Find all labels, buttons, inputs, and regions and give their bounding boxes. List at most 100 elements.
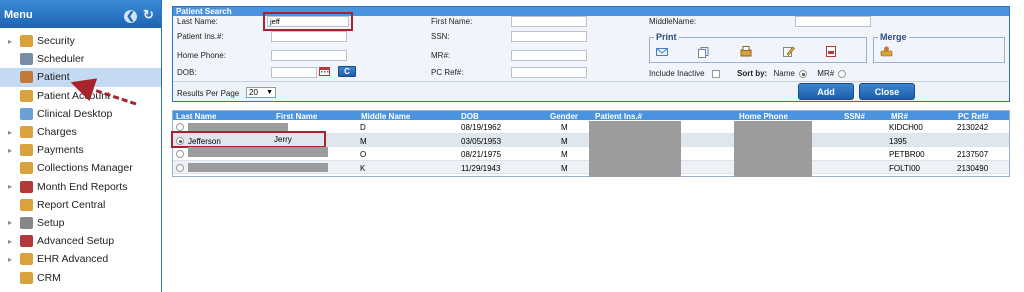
cell-mr: KIDCH00 (889, 123, 923, 132)
bar-chart-icon (20, 180, 33, 193)
cell-middle: D (360, 123, 366, 132)
menu-title: Menu (4, 9, 33, 21)
merge-group: Merge (873, 32, 1005, 63)
expand-caret-icon[interactable]: ▸ (8, 218, 20, 227)
sidebar-item-label: EHR Advanced (37, 253, 109, 266)
close-button[interactable]: Close (859, 83, 915, 100)
include-inactive-checkbox[interactable] (711, 69, 720, 78)
cell-dob: 03/05/1953 (461, 136, 502, 146)
cell-mr: 1395 (889, 136, 907, 146)
middle-name-label: MiddleName: (649, 17, 697, 26)
sidebar-item-label: Clinical Desktop (37, 107, 113, 120)
results-per-page-select[interactable]: 20 ▼ (246, 87, 276, 98)
merge-patients-icon[interactable] (880, 46, 893, 57)
sort-by-label: Sort by: (737, 69, 768, 78)
menu-header: Menu ❮ ↻ (0, 0, 161, 28)
results-header: Last Name First Name Middle Name DOB Gen… (173, 111, 1009, 121)
sidebar-item-charges[interactable]: ▸ Charges (0, 123, 161, 141)
last-name-highlight (263, 12, 353, 31)
add-button[interactable]: Add (798, 83, 854, 100)
expand-caret-icon[interactable]: ▸ (8, 128, 20, 137)
dob-c-button[interactable]: C (338, 66, 356, 77)
report-icon (20, 198, 33, 211)
sidebar-item-payments[interactable]: ▸ Payments (0, 141, 161, 159)
redacted-name (188, 162, 328, 172)
email-icon[interactable] (656, 47, 668, 57)
merge-title: Merge (878, 32, 909, 42)
mr-input[interactable] (511, 50, 587, 61)
crm-icon (20, 271, 33, 284)
expand-caret-icon[interactable]: ▸ (8, 146, 20, 155)
desktop-icon (20, 107, 33, 120)
mr-label: MR#: (431, 51, 451, 60)
sidebar-item-collections-manager[interactable]: ▸Collections Manager (0, 159, 161, 177)
refresh-icon[interactable]: ↻ (142, 8, 155, 21)
lock-icon (20, 35, 33, 48)
annotation-arrow-icon (70, 78, 137, 106)
redacted-name (188, 147, 328, 157)
pdf-icon[interactable] (826, 46, 836, 57)
ssn-input[interactable] (511, 31, 587, 42)
home-phone-label: Home Phone: (177, 51, 226, 60)
payments-icon (20, 144, 33, 157)
cell-pcref: 2130490 (957, 163, 989, 173)
results-per-page-value: 20 (249, 88, 258, 97)
clock-icon (20, 53, 33, 66)
expand-caret-icon[interactable]: ▸ (8, 237, 20, 246)
collapse-icon[interactable]: ❮ (123, 10, 137, 23)
dob-label: DOB: (177, 68, 197, 77)
include-inactive-row: Include Inactive (649, 69, 720, 78)
sidebar-item-month-end-reports[interactable]: ▸ Month End Reports (0, 178, 161, 196)
sort-mr-label: MR# (817, 69, 835, 78)
sidebar-item-label: Month End Reports (37, 180, 128, 193)
dob-input[interactable] (271, 67, 317, 78)
sidebar-item-label: CRM (37, 271, 61, 284)
cell-middle: O (360, 150, 367, 159)
collections-icon (20, 162, 33, 175)
first-name-input[interactable] (511, 16, 587, 27)
results-toolbar: Results Per Page 20 ▼ Add Close (173, 81, 1009, 101)
copy-icon[interactable] (698, 47, 709, 58)
cell-dob: 08/21/1975 (461, 150, 502, 159)
results-table: Last Name First Name Middle Name DOB Gen… (171, 110, 1010, 177)
sidebar-item-ehr-advanced[interactable]: ▸ EHR Advanced (0, 250, 161, 268)
chevron-down-icon: ▼ (266, 89, 273, 96)
sort-mr-radio[interactable] (838, 69, 847, 78)
sort-name-radio[interactable] (799, 69, 808, 78)
expand-caret-icon[interactable]: ▸ (8, 182, 20, 191)
cell-dob: 11/29/1943 (461, 163, 501, 173)
account-icon (20, 89, 33, 102)
redacted-home-phone (734, 121, 812, 177)
print-label-icon[interactable] (740, 46, 752, 57)
pc-ref-input[interactable] (511, 67, 587, 78)
edit-icon[interactable] (783, 46, 795, 57)
sidebar-item-advanced-setup[interactable]: ▸ Advanced Setup (0, 232, 161, 250)
sort-by-row: Sort by: Name MR# (737, 69, 847, 78)
calendar-icon[interactable] (319, 66, 330, 76)
expand-caret-icon[interactable]: ▸ (8, 37, 20, 46)
row-radio[interactable] (176, 163, 184, 172)
sidebar-item-label: Setup (37, 216, 65, 229)
results-per-page-label: Results Per Page (177, 89, 240, 98)
sidebar-item-label: Patient (37, 71, 70, 84)
sidebar-item-setup[interactable]: ▸ Setup (0, 214, 161, 232)
cell-middle: M (360, 136, 367, 146)
sidebar-item-security[interactable]: ▸ Security (0, 32, 161, 50)
cell-gender: M (561, 136, 568, 146)
person-icon (20, 71, 33, 84)
middle-name-input[interactable] (795, 16, 871, 27)
expand-caret-icon[interactable]: ▸ (8, 255, 20, 264)
cell-mr: PETBR00 (889, 150, 925, 159)
patient-ins-input[interactable] (271, 31, 347, 42)
cell-gender: M (561, 123, 568, 132)
include-inactive-label: Include Inactive (649, 69, 705, 78)
sidebar-item-scheduler[interactable]: ▸Scheduler (0, 50, 161, 68)
pc-ref-label: PC Ref#: (431, 68, 464, 77)
row-radio[interactable] (176, 150, 184, 158)
home-phone-input[interactable] (271, 50, 347, 61)
tools-icon (20, 216, 33, 229)
sidebar-item-crm[interactable]: ▸CRM (0, 268, 161, 286)
redacted-patient-ins (589, 121, 681, 177)
cell-dob: 08/19/1962 (461, 123, 502, 132)
sidebar-item-report-central[interactable]: ▸Report Central (0, 196, 161, 214)
